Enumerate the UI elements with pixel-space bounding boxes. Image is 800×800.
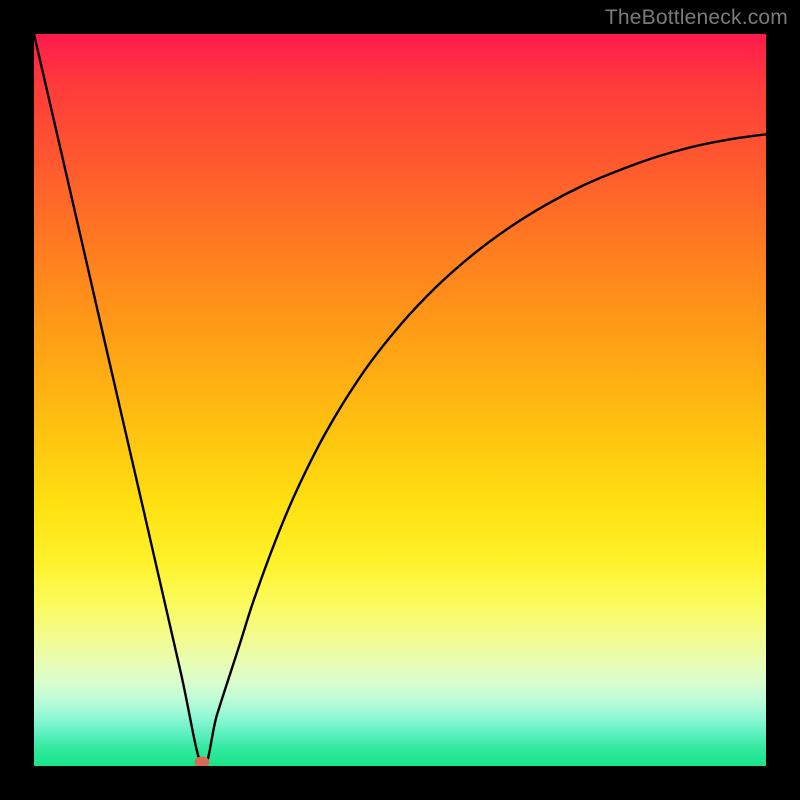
curve-svg [34,34,766,766]
bottleneck-curve [34,34,766,766]
watermark-text: TheBottleneck.com [605,6,788,30]
plot-area [34,34,766,766]
chart-frame: TheBottleneck.com [0,0,800,800]
min-marker [195,757,210,767]
